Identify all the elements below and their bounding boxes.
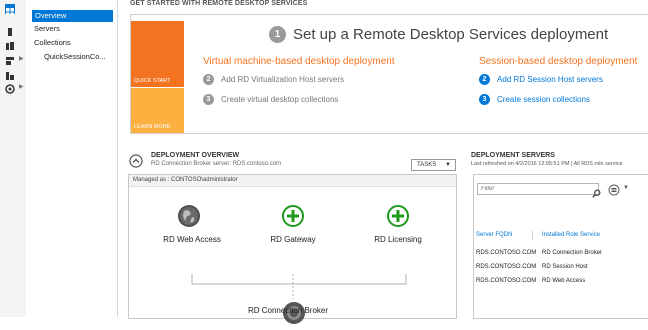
rd-gateway-add-icon[interactable] <box>282 205 304 232</box>
deployment-overview-panel: DEPLOYMENT OVERVIEW RD Connection Broker… <box>125 152 458 324</box>
remote-desktop-services-icon[interactable] <box>5 81 15 99</box>
tasks-label: TASKS <box>417 162 437 168</box>
table-cell[interactable]: RDS.CONTOSO.COM <box>476 264 536 270</box>
last-refreshed-text: Last refreshed on 4/2/2016 12:05:51 PM |… <box>471 161 623 167</box>
table-cell[interactable]: RD Session Host <box>542 264 588 270</box>
rd-connection-broker-label: RD Connection Broker <box>247 306 329 315</box>
learn-more-tile[interactable]: LEARN MORE <box>131 88 184 133</box>
table-cell[interactable]: RDS.CONTOSO.COM <box>476 250 536 256</box>
vm-step-3-number: 3 <box>203 94 214 105</box>
deployment-servers-title: DEPLOYMENT SERVERS <box>471 152 555 159</box>
column-header-installed-role-service[interactable]: Installed Role Service <box>542 232 600 238</box>
session-deployment-heading: Session-based desktop deployment <box>479 56 638 67</box>
left-icon-rail: ▶ ▶ <box>0 0 26 317</box>
nav-item-overview[interactable]: Overview <box>32 10 113 22</box>
dashboard-icon[interactable] <box>5 4 15 16</box>
nav-item-collections[interactable]: Collections <box>34 37 113 49</box>
nav-item-servers[interactable]: Servers <box>34 23 113 35</box>
deployment-diagram: Managed as : CONTOSO\administrator RD We… <box>128 174 457 324</box>
servers-list: ▼ Server FQDN Installed Role Service RDS… <box>473 174 648 319</box>
nav-item-quick-session-collection[interactable]: QuickSessionCo... <box>44 51 113 63</box>
deployment-overview-title: DEPLOYMENT OVERVIEW <box>151 152 240 159</box>
table-cell[interactable]: RD Web Access <box>542 278 585 284</box>
chevron-down-icon[interactable]: ▼ <box>623 185 629 191</box>
filter-input[interactable] <box>477 183 599 195</box>
step-1-number: 1 <box>269 26 286 43</box>
column-divider <box>532 231 533 240</box>
learn-more-label: LEARN MORE <box>134 124 171 130</box>
rd-licensing-add-icon[interactable] <box>387 205 409 232</box>
rd-web-access-label: RD Web Access <box>163 235 221 244</box>
column-header-server-fqdn[interactable]: Server FQDN <box>476 232 512 238</box>
quick-start-label: QUICK START <box>134 78 171 84</box>
chevron-right-icon[interactable]: ▶ <box>19 83 24 90</box>
collapse-section-icon[interactable] <box>129 154 143 173</box>
rd-web-access-icon[interactable] <box>177 204 201 233</box>
table-cell[interactable]: RD Connection Broker <box>542 250 602 256</box>
rd-licensing-label: RD Licensing <box>374 235 422 244</box>
add-rd-virtualization-host-link[interactable]: Add RD Virtualization Host servers <box>221 75 344 84</box>
tasks-button[interactable]: TASKS ▼ <box>411 159 456 171</box>
setup-deployment-link[interactable]: Set up a Remote Desktop Services deploym… <box>293 26 608 43</box>
role-connector-lines <box>191 274 407 299</box>
table-cell[interactable]: RDS.CONTOSO.COM <box>476 278 536 284</box>
connection-broker-server-text: RD Connection Broker server: RDS.contoso… <box>151 161 282 167</box>
rd-gateway-label: RD Gateway <box>270 235 316 244</box>
chevron-down-icon: ▼ <box>445 162 451 168</box>
add-rd-session-host-link[interactable]: Add RD Session Host servers <box>497 75 603 84</box>
vm-deployment-heading: Virtual machine-based desktop deployment <box>203 56 395 67</box>
quick-start-tile[interactable]: QUICK START <box>131 21 184 87</box>
navigation-pane: Overview Servers Collections QuickSessio… <box>26 0 118 317</box>
page-title: GET STARTED WITH REMOTE DESKTOP SERVICES <box>130 0 308 7</box>
search-icon[interactable] <box>592 185 601 203</box>
session-step-2-number: 2 <box>479 74 490 85</box>
create-session-collections-link[interactable]: Create session collections <box>497 95 590 104</box>
create-virtual-desktop-collections-link[interactable]: Create virtual desktop collections <box>221 95 338 104</box>
session-step-3-number: 3 <box>479 94 490 105</box>
chevron-right-icon[interactable]: ▶ <box>19 55 24 62</box>
vm-step-2-number: 2 <box>203 74 214 85</box>
list-options-icon[interactable] <box>608 183 620 201</box>
deployment-servers-panel: DEPLOYMENT SERVERS Last refreshed on 4/2… <box>470 152 648 319</box>
